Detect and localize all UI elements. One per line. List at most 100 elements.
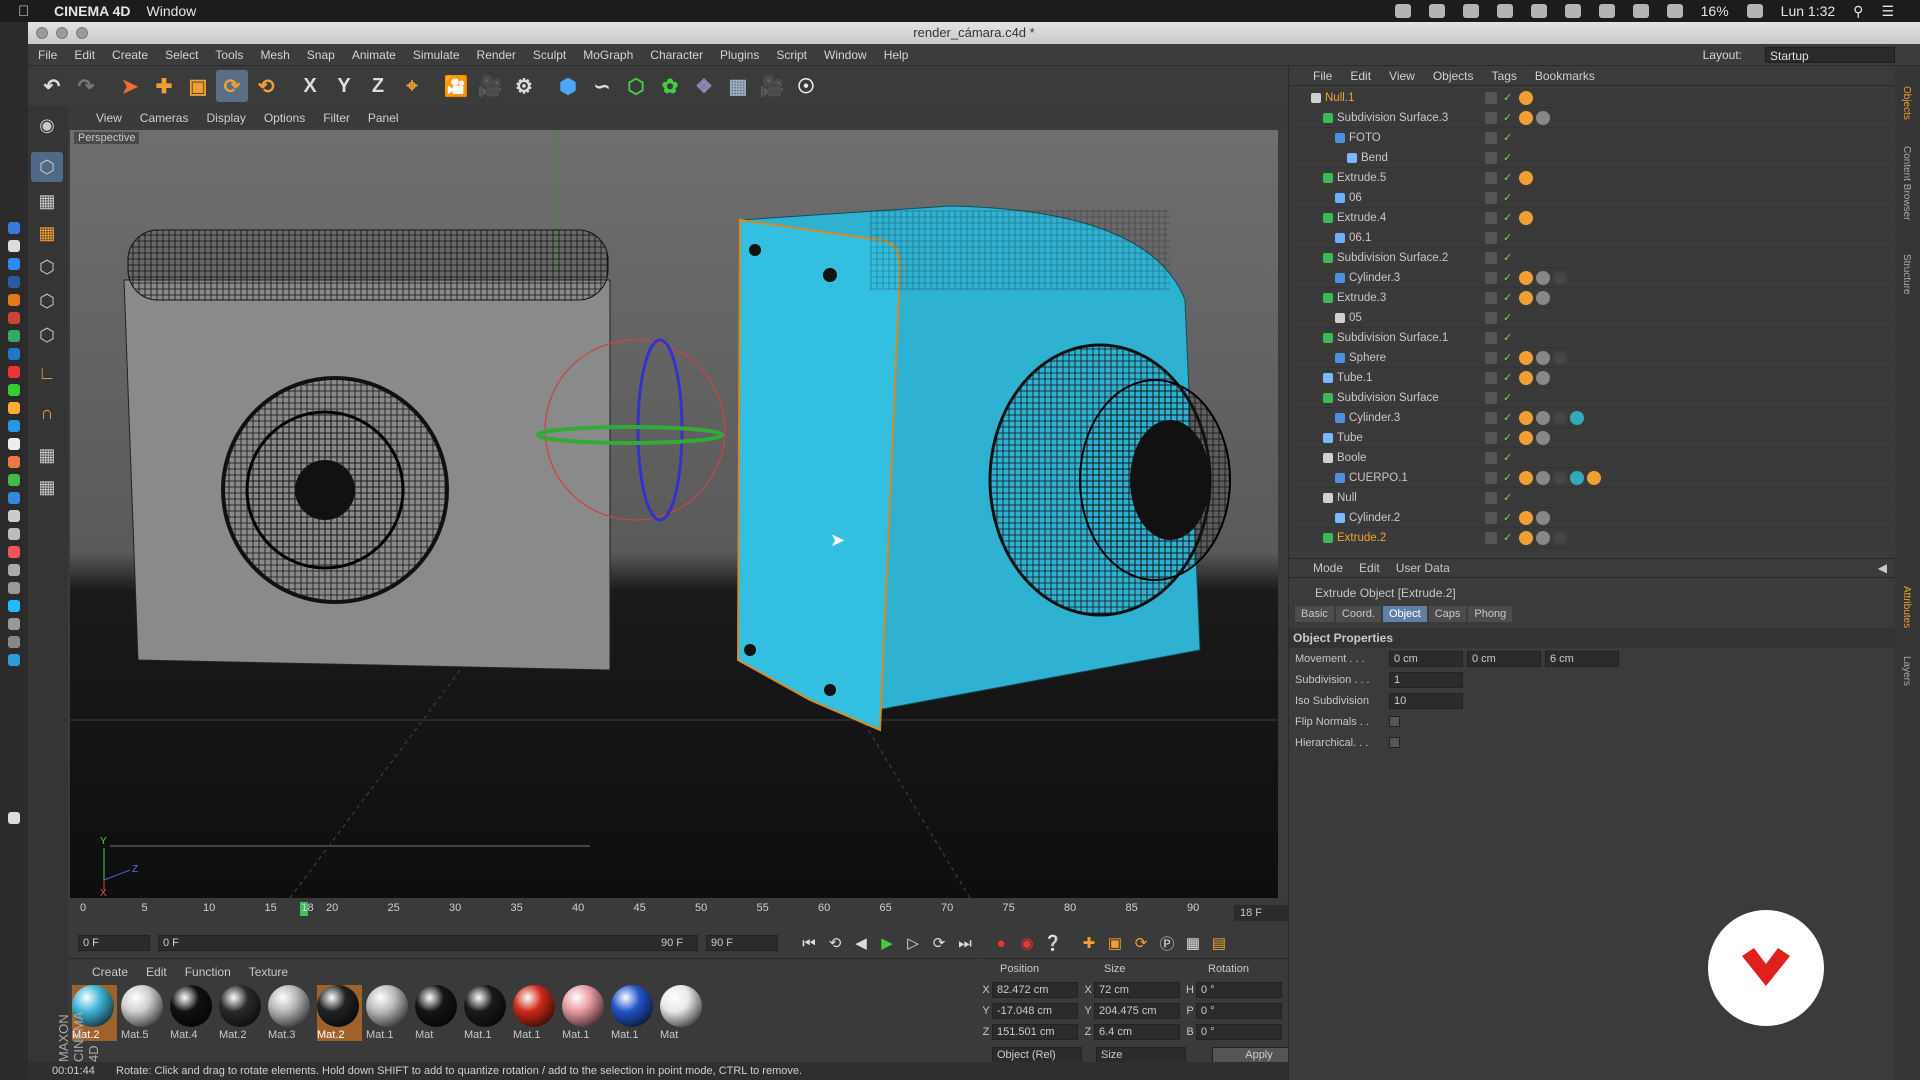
visibility-toggle[interactable]	[1485, 192, 1497, 204]
magnet-icon[interactable]: ∩	[31, 398, 63, 428]
obj-menu-file[interactable]: File	[1313, 69, 1332, 83]
dock-app-icon[interactable]	[8, 618, 20, 630]
menu-select[interactable]: Select	[165, 48, 198, 62]
dock-app-icon[interactable]	[8, 474, 20, 486]
visibility-toggle[interactable]	[1485, 172, 1497, 184]
object-name[interactable]: Cylinder.3	[1349, 268, 1400, 288]
obj-menu-edit[interactable]: Edit	[1350, 69, 1371, 83]
texture-mode-icon[interactable]: ▦	[31, 186, 63, 216]
coord-pos-field[interactable]: 82.472 cm	[992, 981, 1078, 998]
make-editable-icon[interactable]: ◉	[31, 110, 63, 140]
next-key-icon[interactable]: ⟳	[926, 932, 952, 954]
coord-rot-field[interactable]: 0 °	[1196, 1023, 1282, 1040]
dock-app-icon[interactable]	[8, 420, 20, 432]
material-swatch[interactable]: Mat.2	[219, 985, 264, 1041]
live-selection-icon[interactable]: ➤	[114, 70, 146, 102]
edges-mode-icon[interactable]: ⬡	[31, 286, 63, 316]
next-frame-icon[interactable]: ▷	[900, 932, 926, 954]
x-axis-lock-button[interactable]: X	[294, 70, 326, 102]
menu-help[interactable]: Help	[884, 48, 909, 62]
visibility-toggle[interactable]	[1485, 312, 1497, 324]
enabled-check-icon[interactable]: ✓	[1503, 508, 1512, 528]
deformer-icon[interactable]: ❖	[688, 70, 720, 102]
iso-subdivision-field[interactable]: 10	[1389, 692, 1463, 709]
go-to-end-icon[interactable]: ⏭	[952, 932, 978, 954]
viewport-menu-cameras[interactable]: Cameras	[140, 111, 189, 125]
object-tree-row[interactable]: 05 ✓	[1289, 308, 1895, 328]
coordinate-system-icon[interactable]: ⌖	[396, 70, 428, 102]
menu-file[interactable]: File	[38, 48, 57, 62]
dock-app-icon[interactable]	[8, 348, 20, 360]
viewport-menu-view[interactable]: View	[96, 111, 122, 125]
material-tag-icon[interactable]	[1519, 511, 1533, 525]
enabled-check-icon[interactable]: ✓	[1503, 88, 1512, 108]
close-window-button[interactable]	[36, 27, 48, 39]
object-name[interactable]: 05	[1349, 308, 1362, 328]
object-tree-row[interactable]: Null ✓	[1289, 488, 1895, 508]
key-position-icon[interactable]: ✚	[1076, 932, 1102, 954]
coord-mode-dropdown[interactable]: Object (Rel)	[992, 1046, 1082, 1063]
frame-range-slider[interactable]: 0 F 90 F	[158, 935, 698, 951]
movement-x-field[interactable]: 0 cm	[1389, 650, 1463, 667]
dock-app-icon[interactable]	[8, 294, 20, 306]
side-tab-content-browser[interactable]: Content Browser	[1901, 146, 1912, 220]
material-tag-icon[interactable]	[1570, 411, 1584, 425]
menu-snap[interactable]: Snap	[307, 48, 335, 62]
notifications-icon[interactable]: ☰	[1881, 3, 1894, 20]
object-tree-row[interactable]: Cylinder.3 ✓	[1289, 408, 1895, 428]
material-tag-icon[interactable]	[1536, 371, 1550, 385]
object-name[interactable]: Null	[1337, 488, 1357, 508]
enabled-check-icon[interactable]: ✓	[1503, 388, 1512, 408]
start-frame-field[interactable]: 0 F	[78, 935, 150, 951]
material-tag-icon[interactable]	[1553, 531, 1567, 545]
hierarchical-checkbox[interactable]	[1389, 737, 1400, 748]
menu-mesh[interactable]: Mesh	[260, 48, 289, 62]
object-name[interactable]: Extrude.2	[1337, 528, 1386, 548]
key-rotation-icon[interactable]: ⟳	[1128, 932, 1154, 954]
attr-menu-edit[interactable]: Edit	[1359, 561, 1380, 575]
object-tree-row[interactable]: 06 ✓	[1289, 188, 1895, 208]
material-tag-icon[interactable]	[1519, 351, 1533, 365]
record-keys-icon[interactable]: ●	[988, 932, 1014, 954]
dock-app-icon[interactable]	[8, 636, 20, 648]
dock-app-icon[interactable]	[8, 276, 20, 288]
enabled-check-icon[interactable]: ✓	[1503, 428, 1512, 448]
layout-dropdown[interactable]: Startup	[1765, 46, 1895, 63]
menu-script[interactable]: Script	[776, 48, 807, 62]
material-swatch[interactable]: Mat.1	[464, 985, 509, 1041]
dock-app-icon[interactable]	[8, 258, 20, 270]
visibility-toggle[interactable]	[1485, 492, 1497, 504]
material-swatch[interactable]: Mat.4	[170, 985, 215, 1041]
coord-size-field[interactable]: 6.4 cm	[1094, 1023, 1180, 1040]
coord-pos-field[interactable]: -17.048 cm	[992, 1002, 1078, 1019]
subdivision-surface-icon[interactable]: ⬡	[620, 70, 652, 102]
move-icon[interactable]: ✚	[148, 70, 180, 102]
visibility-toggle[interactable]	[1485, 112, 1497, 124]
dock-app-icon[interactable]	[8, 330, 20, 342]
timeline-ruler[interactable]: 0 5 10 15 18 20 25 30 35 40 45 50 55 60 65 70 75 80 85 90 1…	[70, 900, 1308, 928]
mat-menu-texture[interactable]: Texture	[249, 965, 288, 979]
bluetooth-icon[interactable]	[1632, 4, 1649, 18]
dock-app-icon[interactable]	[8, 600, 20, 612]
object-name[interactable]: FOTO	[1349, 128, 1381, 148]
material-tag-icon[interactable]	[1536, 111, 1550, 125]
object-name[interactable]: Cylinder.3	[1349, 408, 1400, 428]
material-tag-icon[interactable]	[1570, 471, 1584, 485]
visibility-toggle[interactable]	[1485, 252, 1497, 264]
object-tree-row[interactable]: Cylinder.2 ✓	[1289, 508, 1895, 528]
object-name[interactable]: Tube.1	[1337, 368, 1372, 388]
visibility-toggle[interactable]	[1485, 452, 1497, 464]
size-mode-dropdown[interactable]: Size	[1096, 1046, 1186, 1063]
object-tree-row[interactable]: Boole ✓	[1289, 448, 1895, 468]
visibility-toggle[interactable]	[1485, 352, 1497, 364]
dock-app-icon[interactable]	[8, 546, 20, 558]
record-icon[interactable]	[1496, 4, 1513, 18]
material-swatch[interactable]: Mat.1	[562, 985, 607, 1041]
obj-menu-bookmarks[interactable]: Bookmarks	[1535, 69, 1595, 83]
enabled-check-icon[interactable]: ✓	[1503, 268, 1512, 288]
timeline-window-icon[interactable]: ▤	[1206, 932, 1232, 954]
clock[interactable]: Lun 1:32	[1781, 3, 1836, 19]
material-tag-icon[interactable]	[1519, 291, 1533, 305]
enabled-check-icon[interactable]: ✓	[1503, 128, 1512, 148]
object-tree-row[interactable]: Subdivision Surface.2 ✓	[1289, 248, 1895, 268]
